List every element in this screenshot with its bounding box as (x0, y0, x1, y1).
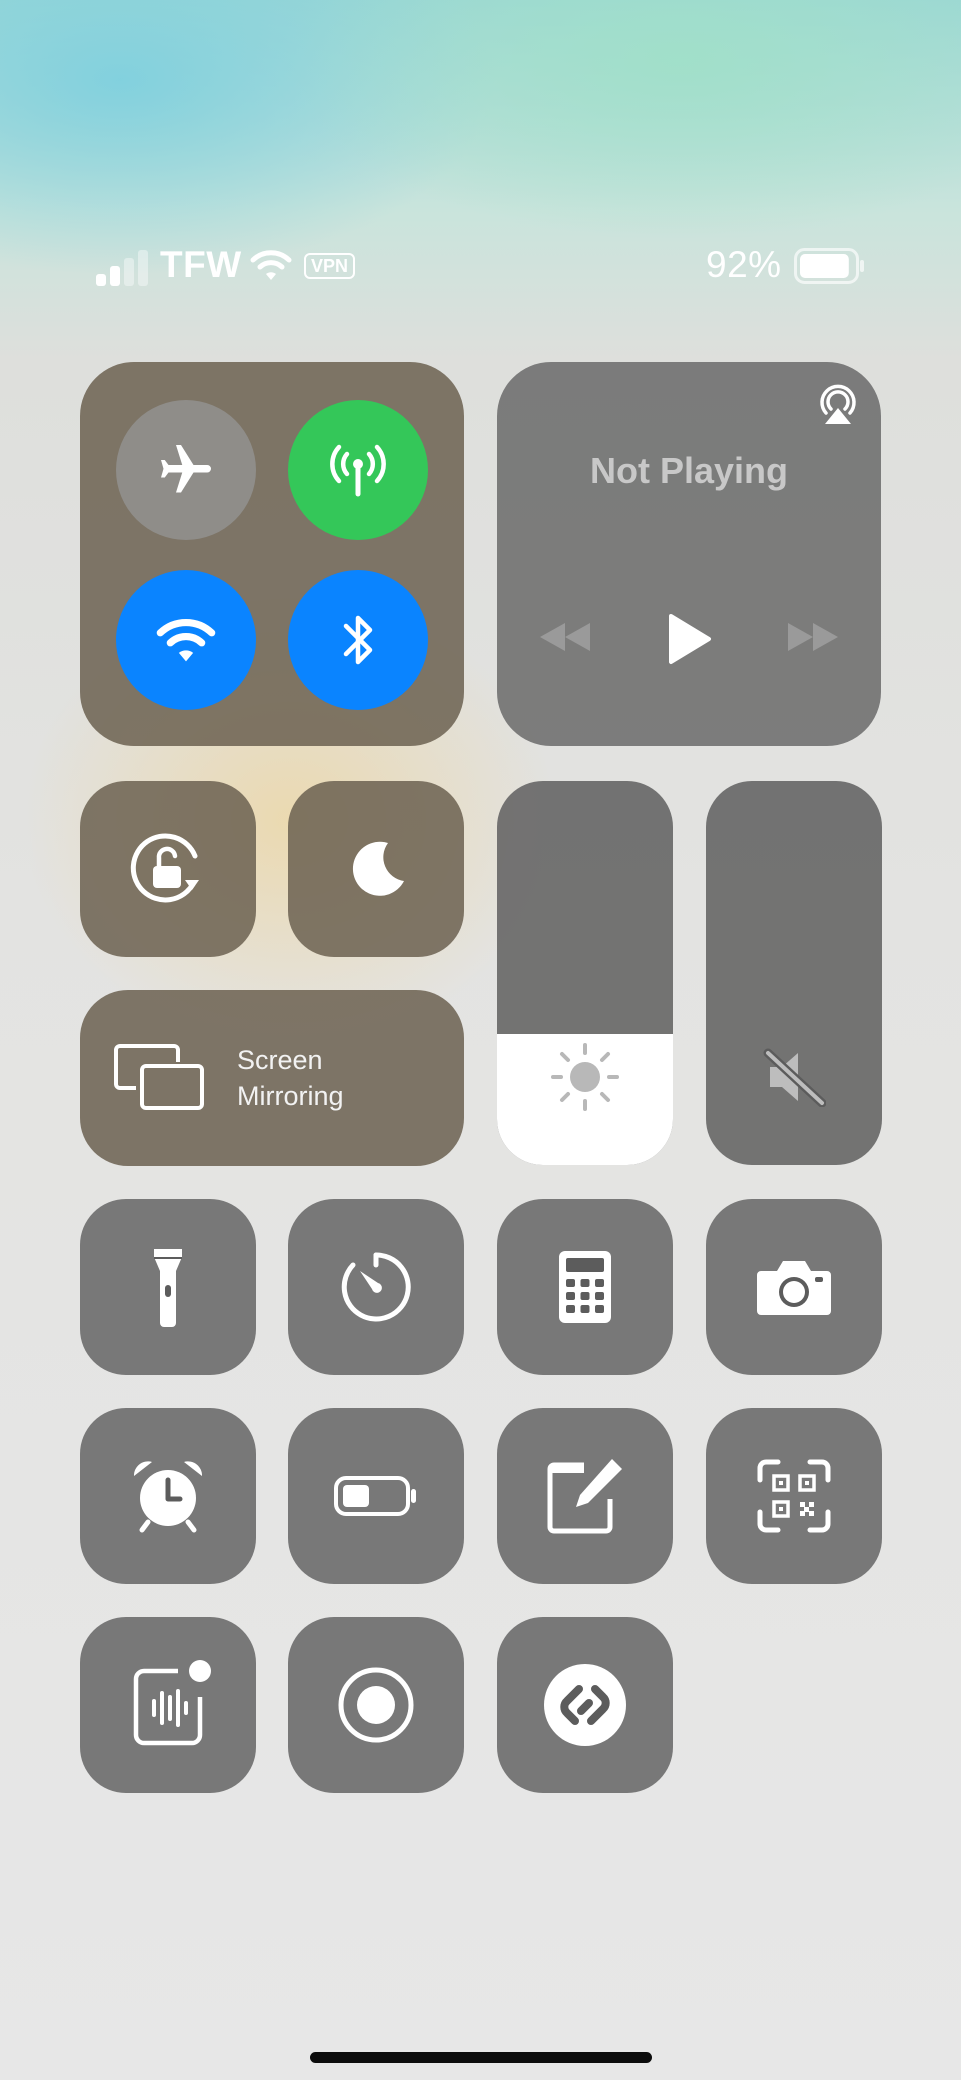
flashlight-button[interactable] (80, 1199, 256, 1375)
low-power-mode-button[interactable] (288, 1408, 464, 1584)
airplane-icon (161, 445, 211, 493)
qr-code-icon (757, 1459, 831, 1533)
alarm-button[interactable] (80, 1408, 256, 1584)
bluetooth-toggle[interactable] (288, 570, 428, 710)
wifi-icon (156, 618, 216, 662)
screen-mirroring-label-line1: Screen (237, 1045, 323, 1075)
calculator-icon (559, 1251, 611, 1323)
code-scanner-button[interactable] (706, 1408, 882, 1584)
camera-button[interactable] (706, 1199, 882, 1375)
moon-icon (352, 841, 404, 896)
flashlight-icon (154, 1249, 182, 1327)
note-icon (547, 1459, 622, 1534)
screen-recording-button[interactable] (288, 1617, 464, 1793)
orientation-lock-icon (130, 833, 199, 903)
battery-icon (794, 248, 864, 284)
sound-recognition-button[interactable] (80, 1617, 256, 1793)
sun-icon (551, 1043, 619, 1111)
now-playing-module[interactable]: Not Playing (497, 362, 881, 746)
calculator-button[interactable] (497, 1199, 673, 1375)
screen-mirroring-label: Screen Mirroring (237, 1042, 344, 1114)
shazam-button[interactable] (497, 1617, 673, 1793)
vpn-badge: VPN (304, 253, 356, 279)
brightness-slider[interactable] (497, 781, 673, 1165)
antenna-icon (330, 444, 386, 497)
fast-forward-icon[interactable] (785, 620, 841, 654)
orientation-lock-button[interactable] (80, 781, 256, 957)
record-icon (338, 1667, 414, 1743)
vpn-badge-label: VPN (311, 256, 349, 276)
connectivity-module (80, 362, 464, 746)
cellular-signal-icon (96, 250, 148, 286)
battery-icon (334, 1476, 416, 1516)
wifi-status-icon (250, 250, 292, 280)
play-icon[interactable] (665, 612, 713, 666)
shazam-icon (544, 1664, 626, 1746)
screen-mirroring-icon (114, 1044, 204, 1110)
airplay-icon[interactable] (813, 380, 863, 430)
timer-icon (341, 1252, 411, 1322)
carrier-name: TFW (160, 244, 242, 285)
alarm-clock-icon (133, 1461, 203, 1533)
timer-button[interactable] (288, 1199, 464, 1375)
sound-recognition-icon (133, 1660, 211, 1746)
speaker-muted-icon (763, 1048, 826, 1107)
screen-mirroring-button[interactable]: Screen Mirroring (80, 990, 464, 1166)
airplane-mode-toggle[interactable] (116, 400, 256, 540)
now-playing-title: Not Playing (589, 450, 789, 491)
camera-icon (757, 1261, 831, 1315)
home-indicator[interactable] (310, 2052, 652, 2063)
quick-note-button[interactable] (497, 1408, 673, 1584)
focus-button[interactable] (288, 781, 464, 957)
wifi-toggle[interactable] (116, 570, 256, 710)
screen-mirroring-label-line2: Mirroring (237, 1081, 344, 1111)
volume-slider[interactable] (706, 781, 882, 1165)
bluetooth-icon (343, 615, 373, 665)
battery-percentage: 92% (706, 244, 782, 285)
cellular-data-toggle[interactable] (288, 400, 428, 540)
rewind-icon[interactable] (537, 620, 593, 654)
